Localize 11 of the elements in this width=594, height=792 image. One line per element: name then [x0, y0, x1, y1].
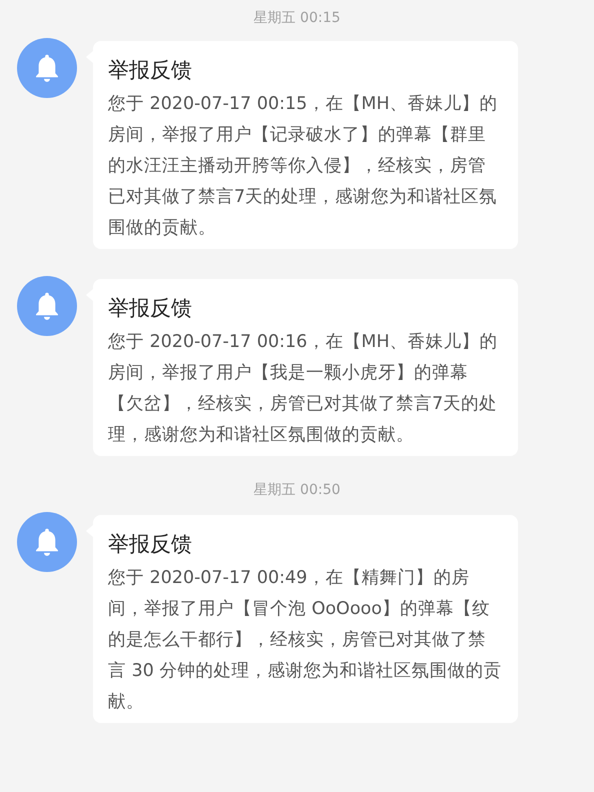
bell-icon — [33, 53, 61, 83]
message-time: 星期五 00:15 — [254, 9, 340, 28]
message-time: 星期五 00:50 — [254, 481, 340, 500]
message-title: 举报反馈 — [108, 57, 193, 84]
message-text: 您于 2020-07-17 00:15，在【MH、香妹儿】的房间，举报了用户【记录破水了】的弹幕【群里的水汪汪主播动开胯等你入侵】，经核实，房管已对其做了禁言7天的处理，感谢您为和谐社区氛围做的贡献。 — [108, 93, 499, 240]
message-title: 举报反馈 — [108, 531, 193, 558]
message-text: 您于 2020-07-17 00:49，在【精舞门】的房间，举报了用户【冒个泡 OoOooo】的弹幕【纹的是怎么干都行】，经核实，房管已对其做了禁言 30 分钟的处理，感谢您为和谐社区氛围做的贡献。 — [108, 567, 502, 714]
bell-icon — [33, 291, 61, 321]
message-title: 举报反馈 — [108, 295, 193, 322]
bell-icon — [33, 527, 61, 557]
message-text: 您于 2020-07-17 00:16，在【MH、香妹儿】的房间，举报了用户【我是一颗小虎牙】的弹幕【欠岔】，经核实，房管已对其做了禁言7天的处理，感谢您为和谐社区氛围做的贡献。 — [108, 331, 499, 447]
